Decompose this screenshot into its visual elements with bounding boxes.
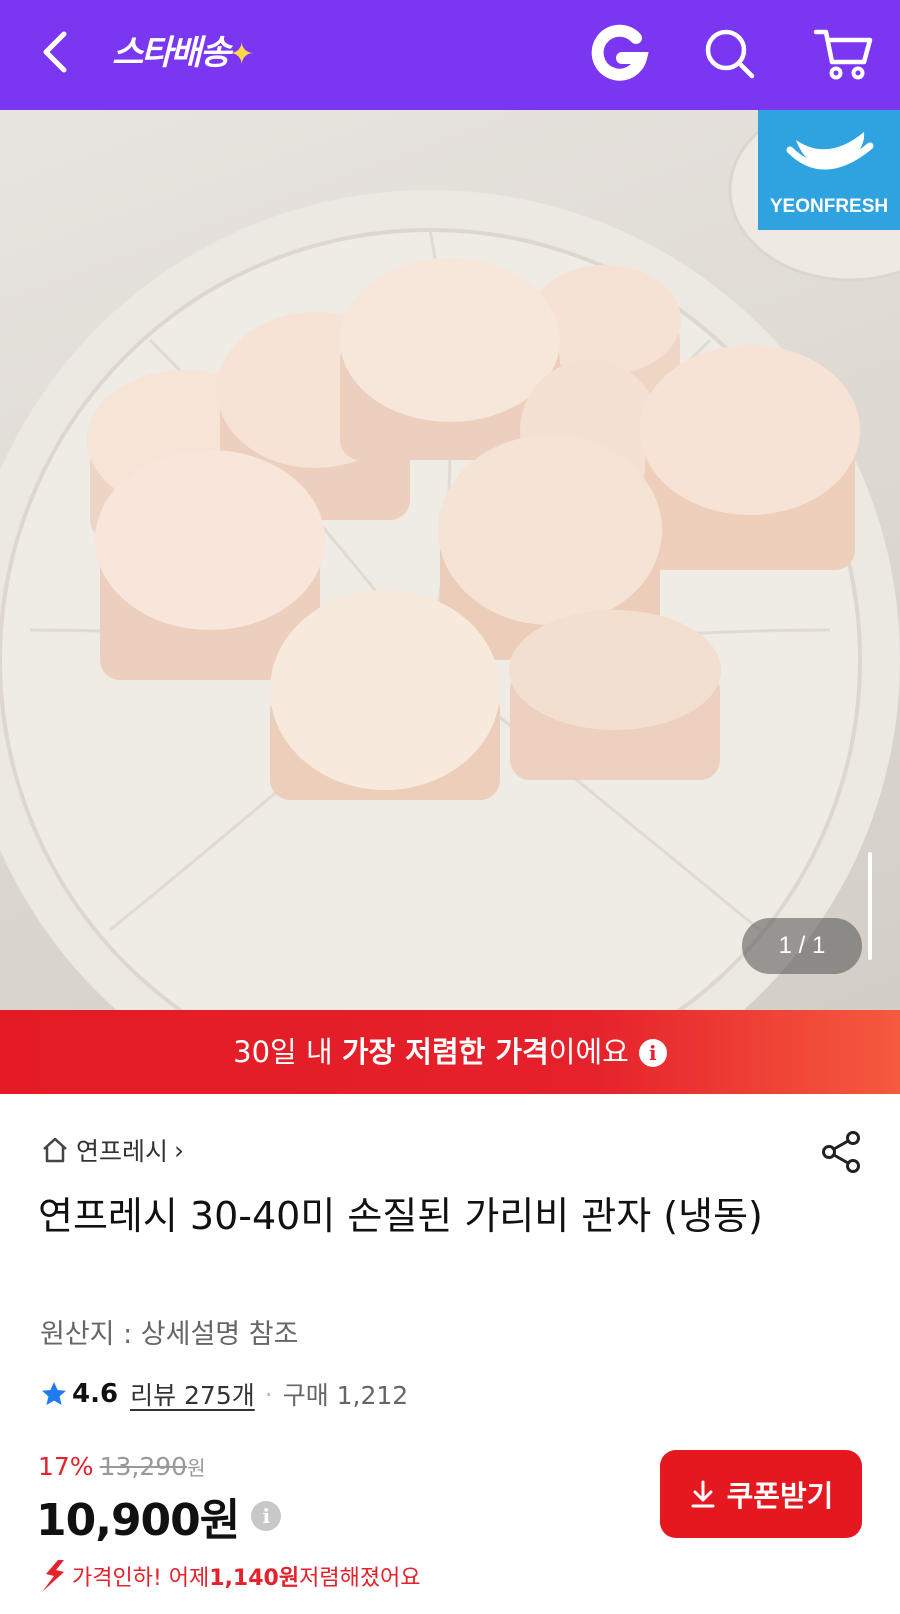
promo-text-bold: 가장 저렴한 가격 [341, 1035, 549, 1069]
brand-badge: YEONFRESH [758, 110, 900, 230]
cart-icon [813, 29, 873, 80]
price-drop-amount: 1,140원 [209, 1566, 300, 1591]
brand-logo-icon [786, 132, 874, 170]
brand-badge-text: YEONFRESH [769, 196, 889, 217]
lowest-price-banner[interactable]: 30일 내 가장 저렴한 가격이에요 i [0, 1010, 900, 1094]
coupon-button[interactable]: 쿠폰받기 [660, 1450, 862, 1538]
back-icon [43, 31, 67, 73]
price-down-arrow-icon [42, 1560, 64, 1592]
dot-separator: · [264, 1379, 273, 1409]
gmarket-home-button[interactable] [586, 20, 652, 86]
top-bar: 스타배송✦ [0, 0, 900, 110]
share-icon [822, 1131, 860, 1173]
price-row: 10,900원 i [36, 1484, 282, 1548]
promo-text-1: 30일 내 [233, 1035, 342, 1069]
original-price-unit: 원 [187, 1456, 206, 1480]
star-delivery-logo[interactable]: 스타배송✦ [112, 30, 254, 76]
store-link[interactable]: 연프레시 › [40, 1130, 184, 1170]
back-button[interactable] [30, 22, 90, 82]
search-icon [705, 29, 755, 79]
origin-text: 원산지 : 상세설명 참조 [40, 1319, 299, 1350]
price-drop-text-1: 가격인하! 어제 [72, 1566, 210, 1591]
original-price: 13,290 [99, 1452, 188, 1481]
search-button[interactable] [700, 24, 760, 84]
price-drop-text-2: 저렴해졌어요 [299, 1566, 421, 1591]
home-icon [43, 1137, 67, 1163]
download-icon [691, 1480, 715, 1508]
image-counter: 1 / 1 [742, 918, 862, 974]
rating-value: 4.6 [72, 1379, 119, 1409]
chevron-right-icon: › [174, 1135, 185, 1165]
purchase-count: 구매 1,212 [282, 1381, 409, 1410]
promo-text-2: 이에요 [548, 1035, 629, 1069]
sale-price: 10,900원 [36, 1495, 240, 1546]
spark-icon: ✦ [229, 37, 254, 72]
review-link[interactable]: 리뷰 275개 [130, 1376, 255, 1412]
price-drop-notice: 가격인하! 어제 1,140원 저렴해졌어요 [38, 1556, 421, 1596]
coupon-button-label: 쿠폰받기 [726, 1479, 834, 1513]
product-photo [0, 110, 900, 1010]
product-title: 연프레시 30-40미 손질된 가리비 관자 (냉동) [38, 1194, 763, 1238]
discount-row: 17% 13,290 원 [38, 1452, 205, 1481]
logo-text: 스타배송 [112, 33, 231, 73]
discount-rate: 17% [38, 1452, 94, 1481]
cart-button[interactable] [812, 24, 876, 84]
store-name: 연프레시 [76, 1137, 169, 1166]
price-info-icon[interactable]: i [251, 1501, 282, 1531]
image-scrollbar [868, 852, 872, 960]
share-button[interactable] [818, 1128, 866, 1176]
star-icon [42, 1382, 66, 1405]
info-icon[interactable]: i [638, 1039, 667, 1067]
product-image-carousel[interactable]: YEONFRESH 1 / 1 [0, 110, 900, 1010]
rating-row: 4.6 리뷰 275개 · 구매 1,212 [40, 1374, 408, 1414]
g-logo-icon [591, 24, 649, 81]
